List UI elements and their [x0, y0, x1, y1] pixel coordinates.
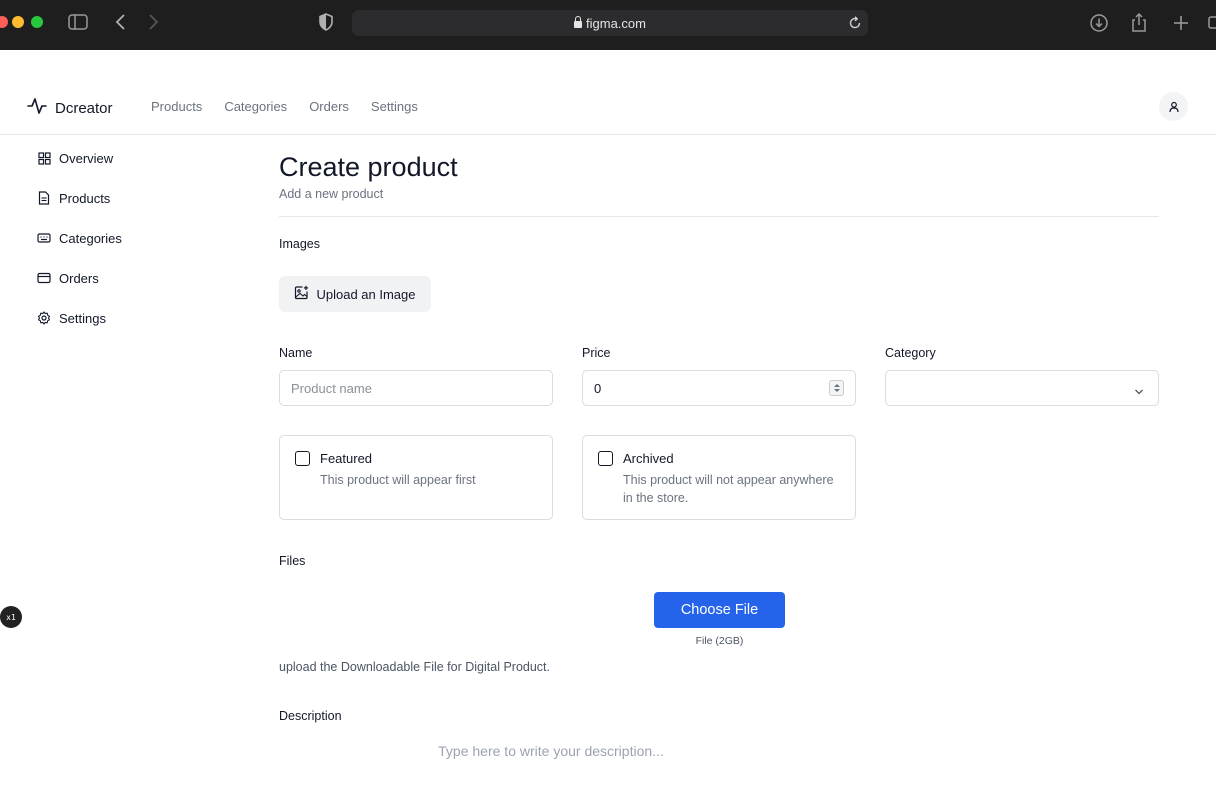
- brand-name: Dcreator: [55, 100, 113, 117]
- choose-file-button[interactable]: Choose File: [654, 592, 785, 628]
- sidebar-item-settings[interactable]: Settings: [37, 298, 197, 338]
- sidebar-item-orders[interactable]: Orders: [37, 258, 197, 298]
- archived-title: Archived: [623, 451, 674, 466]
- description-editor[interactable]: Type here to write your description...: [279, 737, 823, 765]
- sidebar-item-products[interactable]: Products: [37, 178, 197, 218]
- tab-overview-icon[interactable]: [1208, 12, 1216, 34]
- zoom-badge: x1: [0, 606, 22, 628]
- sidebar-item-overview[interactable]: Overview: [37, 138, 197, 178]
- file-help-text: upload the Downloadable File for Digital…: [279, 660, 550, 674]
- featured-title: Featured: [320, 451, 373, 466]
- lock-icon: [574, 16, 583, 28]
- shield-icon[interactable]: [318, 12, 334, 32]
- topnav-settings[interactable]: Settings: [371, 99, 418, 114]
- address-bar[interactable]: figma.com: [352, 10, 868, 36]
- chevron-down-icon: [1134, 384, 1144, 399]
- topnav-orders[interactable]: Orders: [309, 99, 349, 114]
- card-icon: [37, 271, 51, 285]
- archived-card: Archived This product will not appear an…: [582, 435, 856, 520]
- upload-image-button[interactable]: Upload an Image: [279, 276, 431, 312]
- category-select[interactable]: [885, 370, 1159, 406]
- topnav-categories[interactable]: Categories: [224, 99, 287, 114]
- keyboard-icon: [37, 231, 51, 245]
- sidebar-item-label: Overview: [59, 150, 114, 166]
- price-stepper[interactable]: [829, 380, 844, 396]
- sidebar: Overview Products Categories Orders Sett…: [37, 138, 197, 338]
- file-icon: [37, 191, 51, 205]
- browser-toolbar: figma.com: [0, 0, 1216, 50]
- featured-checkbox[interactable]: [295, 451, 310, 466]
- page-title: Create product: [279, 152, 458, 182]
- featured-description: This product will appear first: [320, 473, 476, 487]
- price-value: 0: [594, 380, 602, 396]
- upload-image-label: Upload an Image: [316, 286, 416, 302]
- user-avatar[interactable]: [1159, 92, 1188, 121]
- image-plus-icon: [294, 285, 309, 303]
- category-label: Category: [885, 346, 936, 360]
- price-input[interactable]: 0: [582, 370, 856, 406]
- brand[interactable]: Dcreator: [27, 96, 113, 121]
- zoom-window-button[interactable]: [31, 16, 43, 28]
- images-label: Images: [279, 237, 320, 251]
- sidebar-item-label: Settings: [59, 310, 106, 326]
- user-icon: [1168, 101, 1179, 112]
- sidebar-item-label: Products: [59, 190, 111, 206]
- sidebar-item-categories[interactable]: Categories: [37, 218, 197, 258]
- description-label: Description: [279, 709, 342, 723]
- sidebar-item-label: Categories: [59, 230, 122, 246]
- featured-card: Featured This product will appear first: [279, 435, 553, 520]
- download-icon[interactable]: [1088, 12, 1110, 34]
- forward-icon[interactable]: [146, 12, 160, 32]
- new-tab-icon[interactable]: [1172, 12, 1190, 34]
- url-text: figma.com: [586, 16, 646, 31]
- reload-icon[interactable]: [848, 15, 862, 36]
- archived-checkbox[interactable]: [598, 451, 613, 466]
- close-window-button[interactable]: [0, 16, 8, 28]
- top-navigation: Products Categories Orders Settings: [151, 99, 418, 114]
- name-label: Name: [279, 346, 313, 360]
- archived-description: This product will not appear anywhere in…: [623, 473, 834, 505]
- gear-icon: [37, 311, 51, 325]
- page-subtitle: Add a new product: [279, 187, 384, 201]
- share-icon[interactable]: [1130, 12, 1148, 34]
- sidebar-item-label: Orders: [59, 270, 99, 286]
- app-header: Dcreator Products Categories Orders Sett…: [0, 50, 1216, 135]
- grid-icon: [37, 151, 51, 165]
- minimize-window-button[interactable]: [12, 16, 24, 28]
- topnav-products[interactable]: Products: [151, 99, 202, 114]
- file-size-hint: File (2GB): [695, 635, 744, 647]
- files-label: Files: [279, 554, 306, 568]
- name-input[interactable]: Product name: [279, 370, 553, 406]
- back-icon[interactable]: [114, 12, 128, 32]
- price-label: Price: [582, 346, 611, 360]
- activity-icon: [27, 96, 47, 121]
- divider: [279, 216, 1159, 217]
- sidebar-toggle-icon[interactable]: [67, 12, 89, 32]
